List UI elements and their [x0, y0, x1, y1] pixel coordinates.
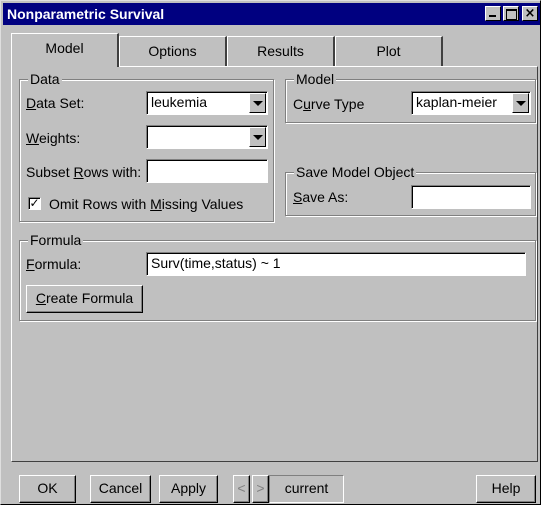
- dialog-window: Nonparametric Survival × Model Options R…: [0, 0, 541, 505]
- apply-button[interactable]: Apply: [159, 475, 218, 503]
- omit-missing-label: Omit Rows with Missing Values: [49, 196, 244, 212]
- dataset-select[interactable]: leukemia: [146, 91, 268, 115]
- help-button[interactable]: Help: [476, 475, 536, 503]
- formula-group-legend: Formula: [28, 232, 84, 248]
- weights-select[interactable]: [146, 125, 268, 149]
- formula-input[interactable]: Surv(time,status) ~ 1: [146, 252, 526, 276]
- previous-icon[interactable]: <: [233, 475, 250, 503]
- check-icon: ✓: [29, 196, 40, 210]
- chevron-down-icon[interactable]: [249, 93, 266, 113]
- subset-rows-input[interactable]: [146, 159, 268, 183]
- next-icon[interactable]: >: [252, 475, 269, 503]
- dataset-label: Data Set:: [26, 95, 85, 111]
- tab-plot[interactable]: Plot: [335, 36, 443, 66]
- model-group-legend: Model: [294, 71, 337, 87]
- create-formula-button[interactable]: Create Formula: [26, 285, 143, 313]
- tab-options[interactable]: Options: [119, 36, 227, 66]
- close-icon[interactable]: ×: [522, 6, 538, 21]
- omit-missing-checkbox[interactable]: ✓: [28, 197, 41, 210]
- tab-results[interactable]: Results: [227, 36, 335, 66]
- weights-label: Weights:: [26, 130, 81, 146]
- formula-label: Formula:: [26, 256, 82, 272]
- tab-results-label: Results: [257, 43, 304, 59]
- tab-model[interactable]: Model: [11, 33, 119, 67]
- subset-label: Subset Rows with:: [26, 164, 142, 180]
- tab-plot-label: Plot: [376, 43, 401, 59]
- save-as-input[interactable]: [411, 185, 531, 209]
- curve-type-label: Curve Type: [293, 96, 365, 112]
- dataset-value: leukemia: [151, 94, 208, 110]
- cancel-button[interactable]: Cancel: [90, 475, 151, 503]
- ok-button[interactable]: OK: [19, 475, 76, 503]
- current-indicator: current: [269, 475, 344, 503]
- window-title: Nonparametric Survival: [7, 6, 165, 22]
- curve-type-select[interactable]: kaplan-meier: [411, 91, 531, 115]
- tab-options-label: Options: [148, 43, 197, 59]
- tab-model-label: Model: [45, 40, 84, 56]
- title-bar[interactable]: Nonparametric Survival ×: [3, 3, 540, 25]
- chevron-down-icon[interactable]: [512, 93, 529, 113]
- save-model-group-legend: Save Model Object: [294, 164, 417, 180]
- chevron-down-icon[interactable]: [249, 127, 266, 147]
- curve-type-value: kaplan-meier: [416, 94, 497, 110]
- formula-value: Surv(time,status) ~ 1: [151, 255, 281, 271]
- save-as-label: Save As:: [293, 189, 349, 205]
- minimize-icon[interactable]: [485, 6, 501, 21]
- maximize-icon[interactable]: [503, 6, 519, 21]
- data-group-legend: Data: [28, 71, 62, 87]
